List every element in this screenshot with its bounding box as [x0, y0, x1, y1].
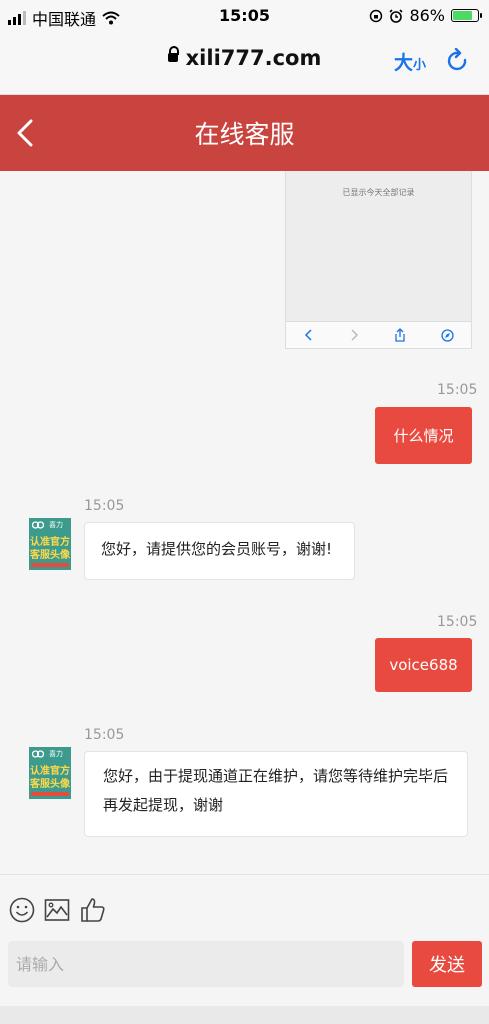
emoji-icon[interactable] [9, 897, 35, 923]
battery-fill [453, 11, 472, 20]
text-size-small: 小 [413, 58, 427, 73]
carrier-label: 中国联通 [32, 10, 97, 29]
status-right: 86% [369, 6, 482, 25]
agent-avatar: 喜力 认准官方 客服头像 [29, 747, 71, 799]
message-time: 15:05 [437, 382, 478, 398]
image-icon[interactable] [44, 898, 70, 922]
logo-icon [32, 521, 44, 529]
lock-icon [167, 45, 179, 62]
reload-icon[interactable] [446, 48, 470, 74]
message-time: 15:05 [437, 614, 478, 630]
avatar-stripe [31, 792, 69, 796]
alarm-icon [389, 8, 404, 23]
thumbs-up-icon[interactable] [80, 897, 106, 923]
avatar-line2: 客服头像 [30, 779, 70, 790]
signal-icon [8, 11, 26, 25]
message-bubble-sent: voice688 [375, 638, 472, 692]
message-bubble-received: 您好，由于提现通道正在维护，请您等待维护完毕后再发起提现，谢谢 [84, 751, 468, 837]
page-title: 在线客服 [194, 120, 295, 149]
bottom-strip [0, 1006, 489, 1024]
send-button[interactable]: 发送 [412, 941, 482, 987]
status-bar: 中国联通 15:05 86% [0, 0, 489, 30]
avatar-line2: 客服头像 [30, 550, 70, 561]
share-icon [394, 328, 405, 342]
composer: 发送 [0, 874, 489, 1024]
text-size-button[interactable]: 大小 [394, 48, 426, 75]
status-left: 中国联通 [8, 6, 120, 30]
chevron-right-icon [350, 329, 358, 341]
message-time: 15:05 [84, 498, 125, 514]
compass-icon [440, 328, 454, 342]
message-time: 15:05 [84, 727, 125, 743]
message-bubble-sent: 什么情况 [375, 407, 472, 464]
message-bubble-received: 您好，请提供您的会员账号，谢谢! [84, 522, 355, 580]
wifi-icon [102, 11, 120, 25]
logo-icon [32, 750, 44, 758]
browser-url-bar: xili777.com 大小 [0, 30, 489, 95]
image-message-caption: 已显示今天全部记录 [342, 188, 415, 197]
battery-icon [451, 9, 482, 22]
chat-header: 在线客服 [0, 95, 489, 171]
avatar-stripe [31, 563, 69, 567]
image-message[interactable]: 已显示今天全部记录 [285, 171, 472, 349]
rotation-lock-icon [370, 9, 383, 22]
image-message-toolbar [286, 321, 471, 348]
avatar-brand: 喜力 [49, 521, 63, 529]
text-size-big: 大 [394, 52, 414, 74]
agent-avatar: 喜力 认准官方 客服头像 [29, 518, 71, 570]
chevron-left-icon [304, 329, 312, 341]
message-input[interactable] [8, 941, 404, 987]
chat-messages[interactable]: 已显示今天全部记录 15:05 什么情况 15:05 喜力 认准官方 客服头像 … [0, 171, 489, 874]
url-text: xili777.com [185, 46, 322, 70]
avatar-brand: 喜力 [49, 750, 63, 758]
battery-percent: 86% [409, 6, 445, 25]
